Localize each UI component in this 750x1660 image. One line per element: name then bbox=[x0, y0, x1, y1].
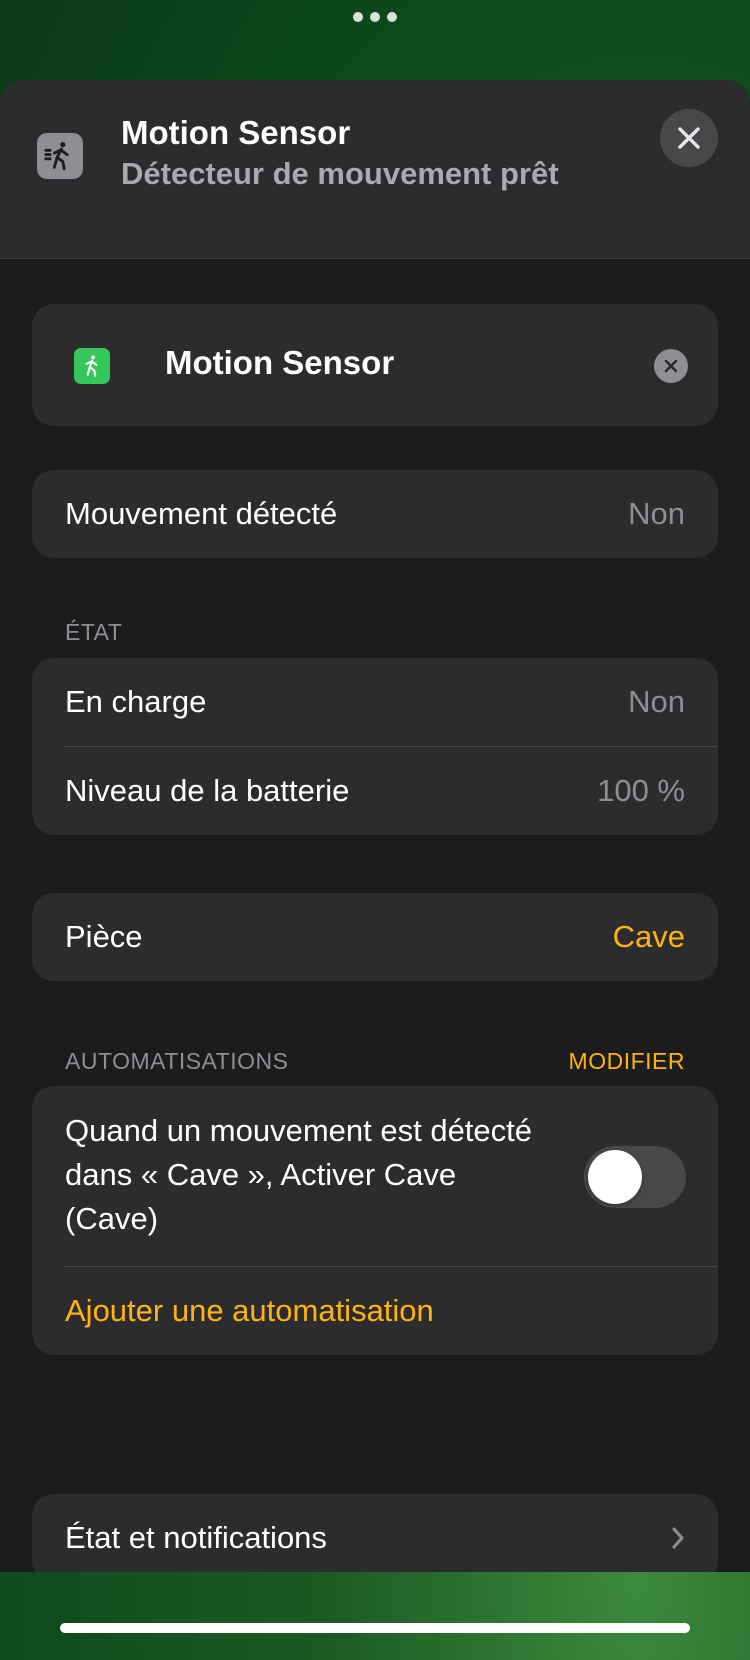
motion-card: Mouvement détecté Non bbox=[32, 470, 718, 558]
header-subtitle: Détecteur de mouvement prêt bbox=[121, 156, 559, 191]
status-notifications-card[interactable]: État et notifications bbox=[32, 1494, 718, 1572]
toggle-knob bbox=[588, 1150, 642, 1204]
motion-sensor-icon bbox=[74, 348, 110, 384]
more-options-grabber[interactable] bbox=[353, 10, 397, 24]
motion-row: Mouvement détecté Non bbox=[32, 470, 718, 558]
status-notifications-label: État et notifications bbox=[65, 1520, 327, 1555]
charging-row: En charge Non bbox=[32, 658, 718, 746]
accessory-detail-sheet: Motion Sensor Détecteur de mouvement prê… bbox=[0, 80, 750, 1572]
remove-accessory-button[interactable] bbox=[654, 349, 688, 383]
accessory-card[interactable]: Motion Sensor bbox=[32, 304, 718, 426]
motion-sensor-icon bbox=[37, 133, 83, 179]
automation-item: Quand un mouvement est détecté dans « Ca… bbox=[32, 1086, 718, 1266]
state-card: En charge Non Niveau de la batterie 100 … bbox=[32, 658, 718, 835]
add-automation-button[interactable]: Ajouter une automatisation bbox=[32, 1267, 718, 1355]
header-title: Motion Sensor bbox=[121, 114, 351, 151]
charging-value: Non bbox=[628, 684, 685, 719]
motion-value: Non bbox=[628, 496, 685, 531]
remove-icon bbox=[664, 359, 678, 373]
room-label: Pièce bbox=[65, 919, 143, 954]
battery-row: Niveau de la batterie 100 % bbox=[32, 747, 718, 835]
charging-label: En charge bbox=[65, 684, 207, 719]
sheet-header: Motion Sensor Détecteur de mouvement prê… bbox=[0, 80, 750, 259]
close-button[interactable] bbox=[660, 109, 718, 167]
dot bbox=[370, 12, 380, 22]
battery-value: 100 % bbox=[597, 773, 685, 808]
automation-description: Quand un mouvement est détecté dans « Ca… bbox=[65, 1113, 533, 1236]
room-value[interactable]: Cave bbox=[613, 919, 685, 955]
accessory-name: Motion Sensor bbox=[165, 344, 395, 381]
chevron-right-icon bbox=[672, 1527, 684, 1549]
automation-toggle[interactable] bbox=[584, 1146, 686, 1208]
room-row[interactable]: Pièce Cave bbox=[32, 893, 718, 981]
battery-label: Niveau de la batterie bbox=[65, 773, 350, 808]
automations-card: Quand un mouvement est détecté dans « Ca… bbox=[32, 1086, 718, 1355]
state-section-title: ÉTAT bbox=[65, 619, 123, 645]
room-card[interactable]: Pièce Cave bbox=[32, 893, 718, 981]
dot bbox=[387, 12, 397, 22]
status-notifications-row[interactable]: État et notifications bbox=[32, 1494, 718, 1572]
automations-section-title: AUTOMATISATIONS bbox=[65, 1048, 289, 1074]
dot bbox=[353, 12, 363, 22]
edit-automations-button[interactable]: MODIFIER bbox=[569, 1048, 685, 1075]
close-icon bbox=[678, 127, 700, 149]
motion-label: Mouvement détecté bbox=[65, 496, 338, 531]
home-indicator[interactable] bbox=[60, 1623, 690, 1633]
